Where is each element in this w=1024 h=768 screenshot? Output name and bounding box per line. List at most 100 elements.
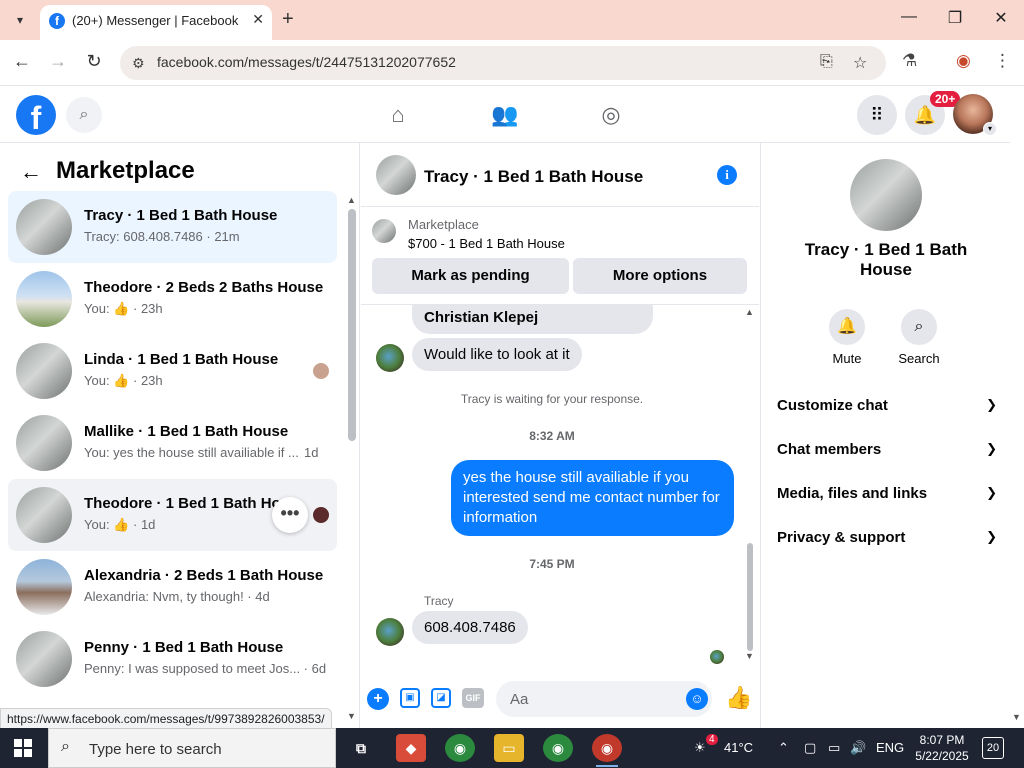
facebook-header: f ⌕ ⌂ 👥 ◎ ⠿ 🔔 20+ ▾ <box>0 87 1010 143</box>
labs-flask-icon[interactable]: ⚗ <box>902 51 917 71</box>
back-arrow-icon[interactable]: ← <box>20 159 42 185</box>
back-icon[interactable]: ← <box>10 51 34 72</box>
notification-center-icon[interactable]: 20 <box>982 737 1004 759</box>
preview-prefix: You: <box>84 373 110 388</box>
chat-title[interactable]: Tracy · 1 Bed 1 Bath House <box>424 167 643 187</box>
conversation-item[interactable]: Theodore · 1 Bed 1 Bath House You: 👍 · 1… <box>8 479 337 551</box>
contact-avatar[interactable] <box>850 159 922 231</box>
scroll-down-icon[interactable]: ▼ <box>745 651 754 661</box>
chat-header: Tracy · 1 Bed 1 Bath House i <box>361 143 759 207</box>
install-app-icon[interactable]: ⎘ <box>820 53 833 71</box>
gif-icon[interactable]: GIF <box>462 688 484 708</box>
close-tab-icon[interactable]: ✕ <box>252 11 264 28</box>
tab-title: (20+) Messenger | Facebook <box>72 13 239 28</box>
listing-thumbnail <box>16 487 72 543</box>
site-info-icon[interactable]: ⚙ <box>132 55 145 72</box>
forward-icon[interactable]: → <box>46 51 70 72</box>
tab-search-dropdown-icon[interactable]: ▾ <box>8 9 32 31</box>
conversation-preview: Alexandria: Nvm, ty though! · 4d <box>84 589 270 604</box>
reload-icon[interactable]: ↻ <box>82 51 106 72</box>
temperature[interactable]: 41°C <box>724 740 753 755</box>
page-scroll-down-icon[interactable]: ▼ <box>1012 712 1021 722</box>
message-input[interactable] <box>496 681 712 717</box>
address-url[interactable]: facebook.com/messages/t/2447513120207765… <box>157 54 456 70</box>
browser-toolbar: ← → ↻ ⚙ facebook.com/messages/t/24475131… <box>0 40 1024 86</box>
info-icon[interactable]: i <box>717 165 737 185</box>
taskbar-search[interactable]: ⌕ Type here to search <box>48 728 336 768</box>
scroll-down-icon[interactable]: ▼ <box>347 711 356 721</box>
chrome-profile-icon[interactable]: ◉ <box>445 734 475 762</box>
photo-icon[interactable]: ▣ <box>400 688 420 708</box>
address-bar[interactable]: ⚙ facebook.com/messages/t/24475131202077… <box>120 46 886 80</box>
chat-avatar[interactable] <box>376 155 416 195</box>
chat-members-section[interactable]: Chat members ❯ <box>777 441 997 465</box>
chrome-active-icon[interactable]: ◉ <box>592 734 622 767</box>
search-icon[interactable]: ⌕ <box>66 97 102 133</box>
browser-menu-icon[interactable]: ⋮ <box>994 51 1011 71</box>
conversation-item[interactable]: Penny · 1 Bed 1 Bath House Penny: I was … <box>8 623 337 695</box>
sticker-icon[interactable]: ◪ <box>431 688 451 708</box>
preview-time: · 23h <box>133 373 163 388</box>
message-thread: Christian Klepej Would like to look at i… <box>361 305 759 668</box>
scroll-up-icon[interactable]: ▲ <box>745 307 754 317</box>
close-window-icon[interactable]: ✕ <box>978 8 1024 28</box>
facebook-logo-icon[interactable]: f <box>16 95 56 136</box>
conversation-item[interactable]: Alexandria · 2 Beds 1 Bath House Alexand… <box>8 551 337 623</box>
mute-button[interactable]: 🔔 Mute <box>817 309 877 366</box>
conversation-preview: Tracy: 608.408.7486 · 21m <box>84 229 240 244</box>
chevron-down-icon: ❯ <box>986 441 997 456</box>
app-icon[interactable]: ◆ <box>396 734 426 762</box>
new-tab-icon[interactable]: + <box>282 8 294 31</box>
windows-start-icon[interactable] <box>14 739 32 757</box>
browser-tab-active[interactable]: f (20+) Messenger | Facebook ✕ <box>40 5 272 40</box>
emoji-icon[interactable]: ☺ <box>686 688 708 710</box>
network-icon[interactable]: ▭ <box>828 740 840 756</box>
menu-grid-icon[interactable]: ⠿ <box>857 95 897 135</box>
contact-name: Tracy · 1 Bed 1 Bath House <box>804 240 968 279</box>
groups-icon[interactable]: ◎ <box>591 99 631 131</box>
task-view-icon[interactable]: ⧉ <box>346 734 376 762</box>
sender-name: Tracy <box>424 594 454 608</box>
conversation-list-scrollbar[interactable] <box>348 209 356 441</box>
tray-chevron-icon[interactable]: ⌃ <box>778 740 789 756</box>
listing-price-title[interactable]: $700 - 1 Bed 1 Bath House <box>408 236 565 251</box>
search-conversation-button[interactable]: ⌕ Search <box>889 309 949 366</box>
section-label: Privacy & support <box>777 529 906 546</box>
listing-thumbnail[interactable] <box>372 219 396 243</box>
message-bubble-incoming: 608.408.7486 <box>412 611 528 644</box>
message-thread-scrollbar[interactable] <box>747 543 753 651</box>
file-explorer-icon[interactable]: ▭ <box>494 734 524 762</box>
volume-icon[interactable]: 🔊 <box>850 740 866 756</box>
conversation-item[interactable]: Tracy · 1 Bed 1 Bath House Tracy: 608.40… <box>8 191 337 263</box>
thumbs-up-send-icon[interactable]: 👍 <box>725 685 752 711</box>
conversation-item[interactable]: Linda · 1 Bed 1 Bath House You: 👍 · 23h <box>8 335 337 407</box>
taskbar-clock[interactable]: 8:07 PM 5/22/2025 <box>914 732 970 764</box>
marketplace-conversation-list: ← Marketplace Tracy · 1 Bed 1 Bath House… <box>0 143 360 728</box>
privacy-support-section[interactable]: Privacy & support ❯ <box>777 529 997 553</box>
account-avatar[interactable]: ▾ <box>953 94 997 136</box>
conversation-name: Alexandria · 2 Beds 1 Bath House <box>84 567 324 584</box>
chrome-icon[interactable]: ◉ <box>543 734 573 762</box>
home-icon[interactable]: ⌂ <box>378 99 418 131</box>
page-title: Marketplace <box>56 157 195 184</box>
conversation-item[interactable]: Mallike · 1 Bed 1 Bath House You: yes th… <box>8 407 337 479</box>
scroll-up-icon[interactable]: ▲ <box>347 195 356 205</box>
weather-icon[interactable]: ☀ <box>694 740 706 756</box>
bookmark-star-icon[interactable]: ☆ <box>853 53 867 73</box>
customize-chat-section[interactable]: Customize chat ❯ <box>777 397 997 421</box>
profile-icon[interactable]: ◉ <box>956 51 971 71</box>
tray-app-icon[interactable]: ▢ <box>804 740 816 756</box>
minimize-icon[interactable]: — <box>886 8 932 26</box>
mark-as-pending-button[interactable]: Mark as pending <box>372 258 569 294</box>
language-indicator[interactable]: ENG <box>876 740 904 755</box>
conversation-preview: You: 👍 · 1d <box>84 517 155 533</box>
restore-icon[interactable]: ❐ <box>932 8 978 28</box>
plus-icon[interactable]: + <box>367 688 389 710</box>
more-options-button[interactable]: More options <box>573 258 747 294</box>
more-options-icon[interactable]: ••• <box>272 497 308 533</box>
link-status-bar: https://www.facebook.com/messages/t/9973… <box>0 708 332 730</box>
friends-icon[interactable]: 👥 <box>485 99 525 131</box>
conversation-name: Tracy · 1 Bed 1 Bath House <box>84 207 278 224</box>
conversation-item[interactable]: Theodore · 2 Beds 2 Baths House You: 👍 ·… <box>8 263 337 335</box>
media-files-links-section[interactable]: Media, files and links ❯ <box>777 485 997 509</box>
